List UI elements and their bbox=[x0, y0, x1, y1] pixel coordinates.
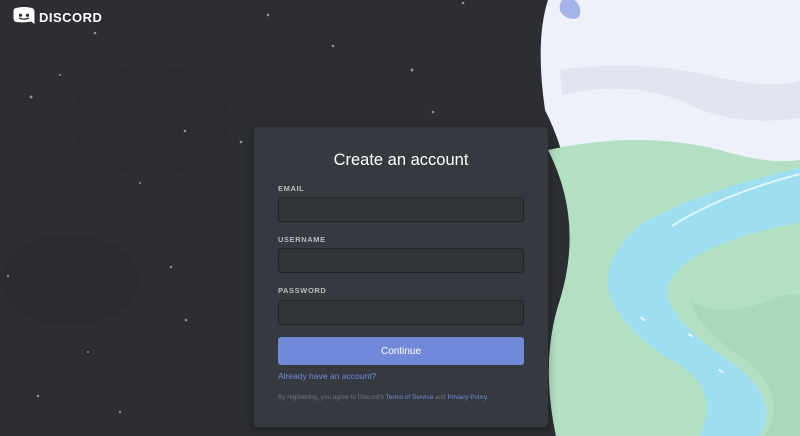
terms-prefix: By registering, you agree to Discord's bbox=[278, 394, 386, 401]
terms-suffix: . bbox=[486, 394, 489, 401]
terms-of-service-link[interactable]: Terms of Service bbox=[386, 394, 434, 401]
discord-logo-icon bbox=[13, 7, 35, 24]
discord-logo[interactable]: DISCORD bbox=[13, 7, 102, 27]
form-title: Create an account bbox=[333, 151, 469, 169]
terms-and: and bbox=[433, 394, 448, 401]
terms-notice: By registering, you agree to Discord's T… bbox=[278, 394, 489, 401]
login-link[interactable]: Already have an account? bbox=[278, 371, 376, 381]
email-label: EMAIL bbox=[278, 184, 305, 193]
privacy-policy-link[interactable]: Privacy Policy bbox=[447, 394, 486, 401]
brand-name: DISCORD bbox=[39, 9, 103, 25]
register-card: Create an account EMAIL USERNAME PASSWOR… bbox=[254, 127, 548, 427]
username-field[interactable] bbox=[278, 248, 524, 273]
email-field[interactable] bbox=[278, 197, 524, 222]
password-field[interactable] bbox=[278, 300, 524, 325]
continue-button[interactable]: Continue bbox=[278, 337, 524, 365]
password-label: PASSWORD bbox=[278, 286, 327, 295]
username-label: USERNAME bbox=[278, 235, 326, 244]
